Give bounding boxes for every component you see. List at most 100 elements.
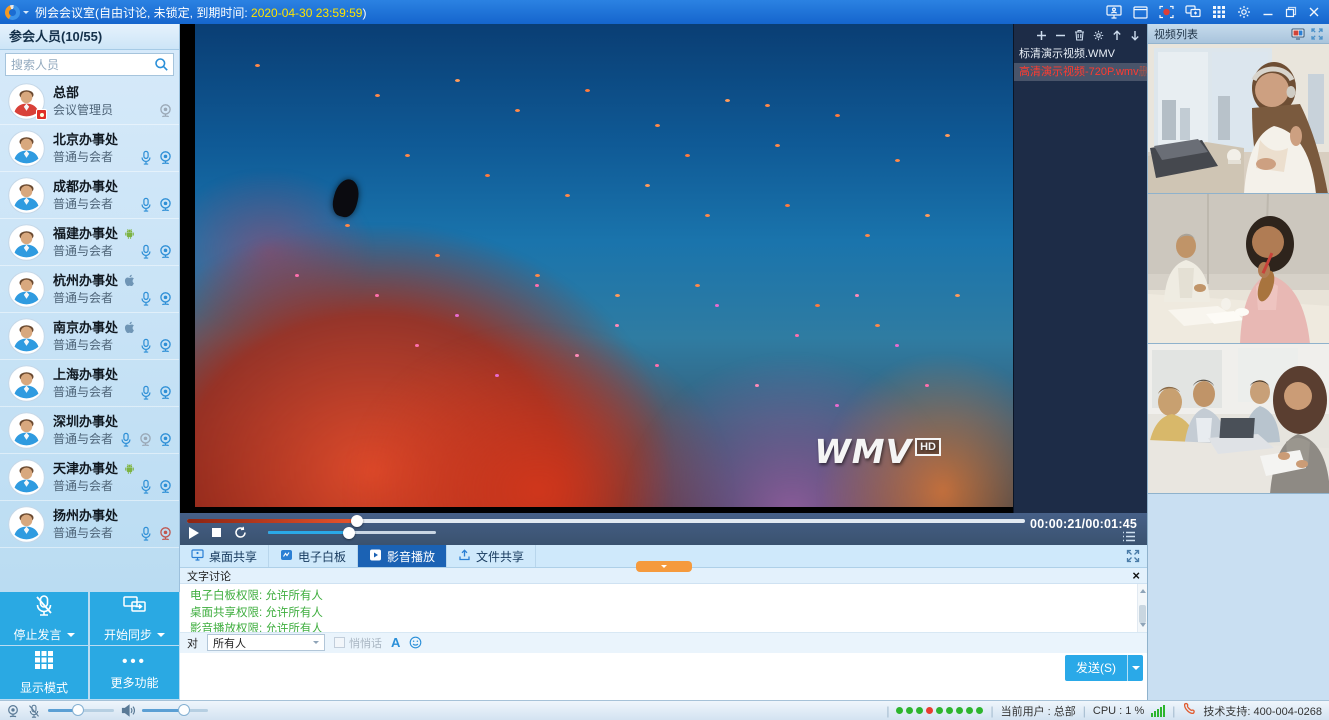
participant-row[interactable]: 成都办事处普通与会者 (0, 172, 179, 219)
add-media-icon[interactable] (1036, 30, 1047, 41)
speaker-volume-slider[interactable] (142, 709, 208, 712)
mic-icon[interactable] (139, 338, 153, 353)
scroll-down-icon[interactable] (1140, 623, 1146, 630)
collapse-handle[interactable] (636, 561, 692, 572)
emoji-button[interactable] (409, 636, 422, 649)
display-mode-button[interactable]: 显示模式 (0, 646, 88, 699)
network-sync-icon[interactable] (1185, 5, 1201, 19)
video-expand-icon[interactable] (1311, 28, 1323, 40)
webcam-icon[interactable] (158, 385, 173, 400)
chat-input-area[interactable]: 发送(S) (180, 653, 1147, 701)
participant-row[interactable]: 福建办事处普通与会者 (0, 219, 179, 266)
trash-icon[interactable] (1074, 29, 1085, 41)
playlist-item[interactable]: 标清演示视频.WMV (1014, 45, 1147, 63)
chat-close-icon[interactable]: × (1132, 570, 1140, 582)
speaker-volume-thumb[interactable] (178, 704, 190, 716)
minimize-button[interactable] (1262, 6, 1274, 18)
app-logo-icon[interactable] (5, 5, 20, 20)
mic-icon[interactable] (139, 385, 153, 400)
remove-media-icon[interactable] (1055, 30, 1066, 41)
playlist-item-selected[interactable]: 高清演示视频-720P.wmv 删除 (1014, 63, 1147, 81)
webcam-red-icon[interactable] (158, 526, 173, 541)
settings-gear-icon[interactable] (1237, 5, 1251, 19)
webcam-icon[interactable] (158, 244, 173, 259)
start-sync-button[interactable]: 开始同步 (90, 592, 179, 645)
stop-speaking-button[interactable]: 停止发言 (0, 592, 88, 645)
mic-icon[interactable] (139, 150, 153, 165)
volume-thumb[interactable] (343, 527, 355, 539)
tab-media-playback[interactable]: 影音播放 (358, 545, 447, 567)
record-icon[interactable] (1159, 5, 1174, 19)
close-button[interactable] (1308, 6, 1320, 18)
display-grid-icon[interactable] (1212, 5, 1226, 19)
mic-muted-status-icon[interactable] (27, 704, 41, 718)
dropdown-caret-icon[interactable] (67, 633, 75, 641)
delete-item-button[interactable]: 删除 (1139, 63, 1147, 81)
playlist-settings-icon[interactable] (1093, 30, 1104, 41)
screen-share-icon[interactable] (1106, 5, 1122, 19)
mic-icon[interactable] (139, 197, 153, 212)
search-icon[interactable] (154, 57, 169, 75)
mic-volume-slider[interactable] (48, 709, 114, 712)
video-mode-icon[interactable] (1291, 28, 1305, 40)
webcam-icon[interactable] (158, 150, 173, 165)
participant-row[interactable]: 北京办事处普通与会者 (0, 125, 179, 172)
speaker-icon[interactable] (121, 704, 135, 717)
video-thumbnail-2[interactable] (1148, 194, 1329, 344)
send-button[interactable]: 发送(S) (1065, 655, 1143, 681)
participant-row[interactable]: 总部会议管理员 (0, 78, 179, 125)
play-button[interactable] (189, 527, 199, 539)
participant-avatar (8, 130, 45, 167)
font-style-button[interactable]: A (391, 636, 400, 649)
move-up-icon[interactable] (1112, 30, 1122, 41)
participant-row[interactable]: 天津办事处普通与会者 (0, 454, 179, 501)
statusbar-info: | | 当前用户 : 总部 | CPU : 1 % | 技术支持: 400-00… (886, 702, 1329, 719)
participant-row[interactable]: 杭州办事处普通与会者 (0, 266, 179, 313)
video-thumbnail-1[interactable] (1148, 44, 1329, 194)
tab-desktop-share[interactable]: 桌面共享 (180, 545, 269, 567)
tab-whiteboard[interactable]: 电子白板 (269, 545, 358, 567)
move-down-icon[interactable] (1130, 30, 1140, 41)
mic-icon[interactable] (139, 479, 153, 494)
search-input[interactable] (6, 54, 154, 75)
webcam-gray-icon[interactable] (138, 432, 153, 447)
participant-avatar (8, 459, 45, 496)
participant-row[interactable]: 上海办事处普通与会者 (0, 360, 179, 407)
send-options-caret[interactable] (1127, 655, 1143, 681)
mic-icon[interactable] (139, 244, 153, 259)
recipient-select[interactable]: 所有人 (207, 634, 325, 651)
webcam-status-icon[interactable] (6, 704, 20, 718)
participant-row[interactable]: 南京办事处普通与会者 (0, 313, 179, 360)
participant-row[interactable]: 深圳办事处普通与会者 (0, 407, 179, 454)
participant-name: 总部 (53, 85, 79, 100)
mic-icon[interactable] (139, 291, 153, 306)
scroll-up-icon[interactable] (1140, 586, 1146, 593)
participant-row[interactable]: 扬州办事处普通与会者 (0, 501, 179, 548)
playlist-toggle-icon[interactable] (1122, 531, 1136, 542)
volume-slider[interactable] (268, 531, 436, 534)
mic-icon[interactable] (139, 526, 153, 541)
mic-icon[interactable] (119, 432, 133, 447)
stop-button[interactable] (212, 528, 221, 537)
tab-file-share[interactable]: 文件共享 (447, 545, 536, 567)
video-thumbnail-3[interactable] (1148, 344, 1329, 494)
webcam-icon[interactable] (158, 338, 173, 353)
scroll-thumb[interactable] (1139, 605, 1146, 623)
video-frame[interactable]: WMV HD (195, 24, 1013, 507)
window-mode-icon[interactable] (1133, 6, 1148, 19)
dropdown-caret-icon[interactable] (157, 633, 165, 641)
menu-chevron-icon[interactable] (23, 11, 29, 17)
webcam-icon[interactable] (158, 197, 173, 212)
expand-fullscreen-icon[interactable] (1126, 549, 1140, 563)
more-features-button[interactable]: ••• 更多功能 (90, 646, 179, 699)
webcam-icon[interactable] (158, 291, 173, 306)
replay-button[interactable] (234, 526, 247, 539)
chat-scrollbar[interactable] (1137, 584, 1147, 632)
mic-volume-thumb[interactable] (72, 704, 84, 716)
webcam-gray-icon[interactable] (158, 103, 173, 118)
webcam-icon[interactable] (158, 432, 173, 447)
whisper-checkbox[interactable] (334, 637, 345, 648)
seek-bar[interactable] (187, 519, 1025, 523)
maximize-button[interactable] (1285, 6, 1297, 18)
webcam-icon[interactable] (158, 479, 173, 494)
